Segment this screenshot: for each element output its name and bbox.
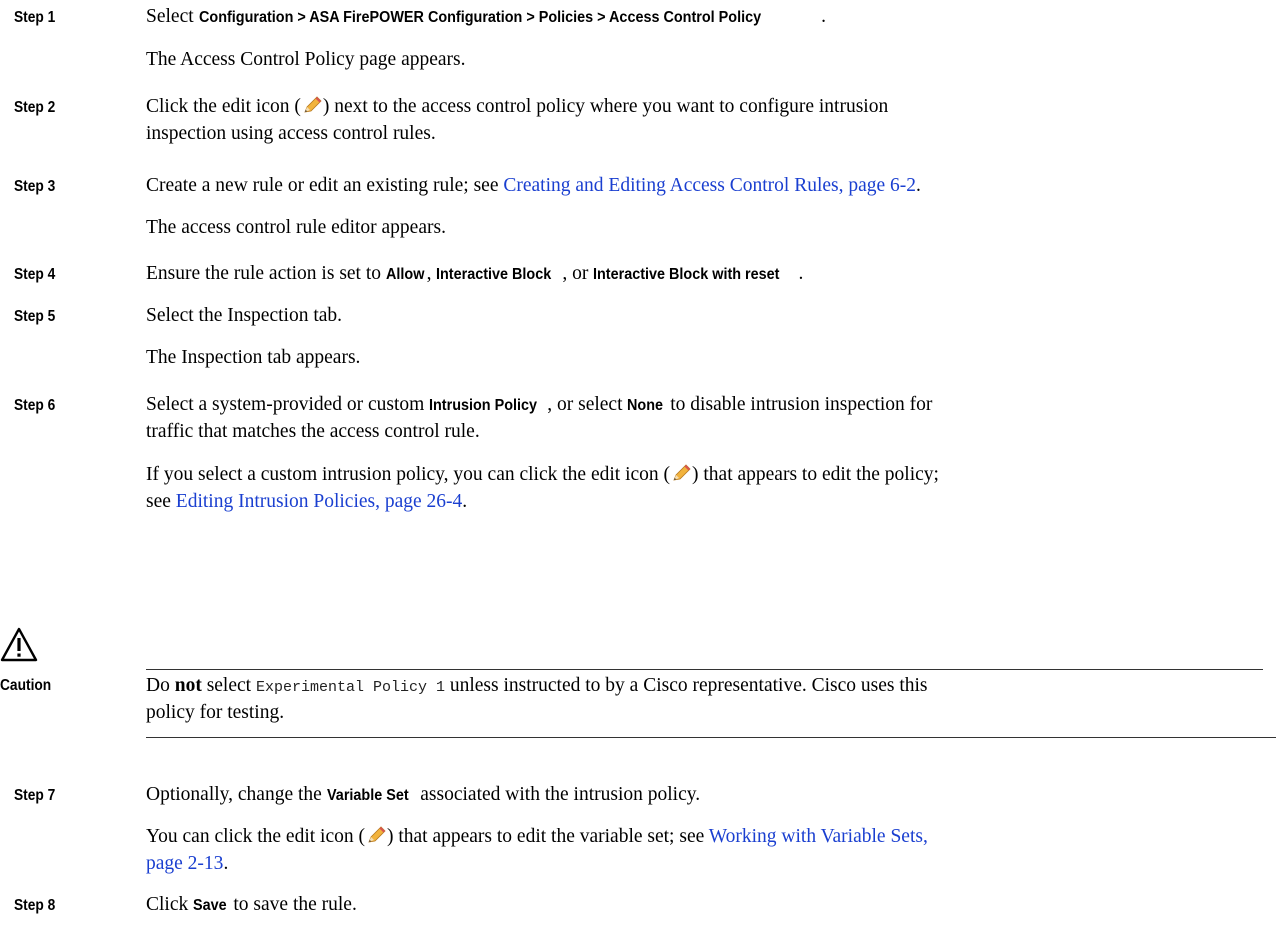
text-run: Select — [146, 6, 199, 27]
step-8-label: Step 8 — [14, 897, 56, 914]
step-3-text: Create a new rule or edit an existing ru… — [146, 172, 1271, 199]
bold-ui-term: Intrusion Policy — [429, 397, 538, 414]
bold-ui-term: Allow — [385, 266, 425, 283]
code-term: Experimental Policy 1 — [255, 679, 445, 696]
pencil-icon — [670, 463, 692, 483]
emphasis: not — [174, 675, 202, 696]
text-run: associated with the intrusion policy. — [415, 784, 701, 805]
caution-label: Caution — [0, 677, 52, 694]
cross-reference-link[interactable]: page 2-13 — [146, 853, 223, 874]
text-run: Optionally, change the — [146, 784, 327, 805]
text-run: If you select a custom intrusion policy,… — [146, 464, 671, 485]
step-7-para-line-2: page 2-13. — [146, 850, 1271, 877]
step-6-para-line-2: see Editing Intrusion Policies, page 26-… — [146, 488, 1271, 515]
caution-warning-icon — [0, 627, 38, 668]
step-1-label: Step 1 — [14, 9, 56, 26]
step-5-text: Select the Inspection tab. — [146, 302, 1271, 329]
step-6-label: Step 6 — [14, 397, 56, 414]
text-run: . — [223, 853, 229, 874]
text-run: unless instructed to by a Cisco represen… — [444, 675, 928, 696]
step-7-text: Optionally, change the Variable Set asso… — [146, 781, 1271, 809]
text-run: . — [462, 491, 468, 512]
text-run: to disable intrusion inspection for — [665, 394, 933, 415]
step-4-text: Ensure the rule action is set to Allow , … — [146, 260, 1271, 288]
step-6-para-line-1: If you select a custom intrusion policy,… — [146, 461, 1271, 488]
step-3-label: Step 3 — [14, 178, 56, 195]
text-run: Click the edit icon ( — [146, 96, 301, 117]
text-run: see — [146, 491, 176, 512]
pencil-icon — [301, 95, 323, 115]
caution-bottom-rule — [146, 737, 1276, 738]
bold-ui-term: Variable Set — [326, 787, 409, 804]
step-1-result: The Access Control Policy page appears. — [146, 49, 466, 70]
cross-reference-link[interactable]: Working with Variable Sets, — [709, 826, 928, 847]
cross-reference-link[interactable]: Creating and Editing Access Control Rule… — [503, 175, 916, 196]
caution-line-1: Do not select Experimental Policy 1 unle… — [146, 672, 1271, 701]
bold-ui-term: Configuration > ASA FirePOWER Configurat… — [198, 9, 761, 26]
step-8-text: Click Save to save the rule. — [146, 891, 1271, 919]
bold-ui-term: Interactive Block with reset — [593, 266, 780, 283]
cross-reference-link[interactable]: Editing Intrusion Policies, page 26-4 — [176, 491, 463, 512]
text-run: Click — [146, 894, 194, 915]
text-run: . — [916, 175, 921, 196]
bold-ui-term: None — [627, 397, 664, 414]
text-run: Create a new rule or edit an existing ru… — [146, 175, 504, 196]
pencil-icon — [365, 825, 387, 845]
text-run: , or select — [547, 394, 628, 415]
text-run: to save the rule. — [228, 894, 357, 915]
step-5-result: The Inspection tab appears. — [146, 347, 361, 368]
step-7-para-line-1: You can click the edit icon ( ) that appe… — [146, 823, 1271, 850]
text-run: Select the Inspection tab. — [146, 305, 343, 326]
step-6-line-1: Select a system-provided or custom Intru… — [146, 391, 1271, 419]
caution-top-rule — [146, 669, 1263, 670]
bold-ui-term: Save — [193, 897, 227, 914]
step-1-text: Select Configuration > ASA FirePOWER Con… — [146, 3, 1271, 31]
step-4-label: Step 4 — [14, 266, 56, 283]
text-run: Ensure the rule action is set to — [146, 263, 386, 284]
text-run: Do — [146, 675, 175, 696]
step-2-line-2: inspection using access control rules. — [146, 123, 436, 144]
step-2-label: Step 2 — [14, 99, 56, 116]
text-run: . — [798, 263, 804, 284]
text-run: , — [426, 263, 437, 284]
step-3-result: The access control rule editor appears. — [146, 217, 446, 238]
text-run: Select a system-provided or custom — [146, 394, 430, 415]
step-2-line-1: Click the edit icon ( ) next to the acces… — [146, 93, 1271, 120]
text-run: . — [821, 6, 826, 27]
caution-line-2: policy for testing. — [146, 702, 285, 723]
text-run: ) that appears to edit the policy; — [692, 464, 939, 485]
text-run: ) next to the access control policy wher… — [322, 96, 889, 117]
step-5-label: Step 5 — [14, 308, 56, 325]
text-run: select — [201, 675, 256, 696]
step-7-label: Step 7 — [14, 787, 56, 804]
text-run: ) that appears to edit the variable set;… — [386, 826, 709, 847]
text-run: You can click the edit icon ( — [146, 826, 365, 847]
document-page: Step 1 Select Configuration > ASA FirePO… — [0, 0, 1276, 927]
step-6-line-2: traffic that matches the access control … — [146, 421, 480, 442]
text-run: , or — [562, 263, 594, 284]
bold-ui-term: Interactive Block — [436, 266, 552, 283]
